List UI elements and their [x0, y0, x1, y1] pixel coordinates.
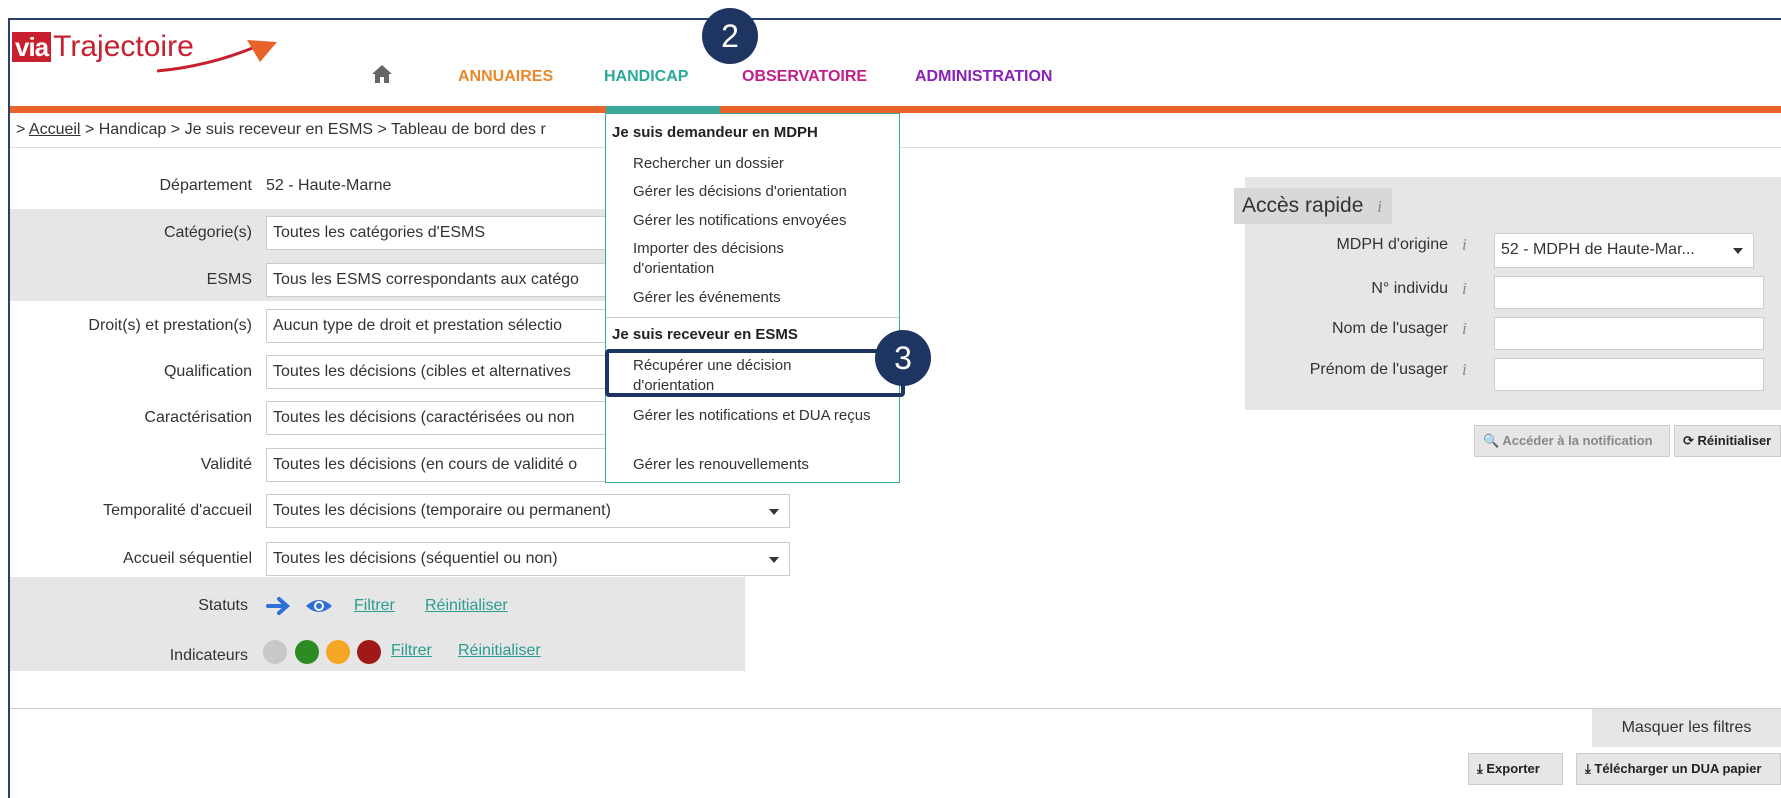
sequentiel-select[interactable]: Toutes les décisions (séquentiel ou non) — [266, 542, 790, 576]
access-notification-label: Accéder à la notification — [1502, 433, 1653, 448]
menu-separator — [606, 317, 899, 318]
esms-select[interactable]: Tous les ESMS correspondants aux catégo — [266, 263, 606, 297]
temporalite-value: Toutes les décisions (temporaire ou perm… — [273, 502, 611, 519]
nom-label: Nom de l'usager — [1332, 320, 1448, 337]
info-icon[interactable]: i — [1462, 235, 1467, 255]
viatrajectoire-logo[interactable]: via Trajectoire — [12, 26, 277, 73]
qualification-select[interactable]: Toutes les décisions (cibles et alternat… — [266, 355, 606, 389]
indicator-green-dot[interactable] — [295, 640, 319, 664]
nom-input[interactable] — [1494, 317, 1764, 350]
menu-section-receveur: Je suis receveur en ESMS — [612, 326, 798, 343]
nav-observatoire[interactable]: OBSERVATOIRE — [742, 68, 867, 86]
indicateurs-filter-link[interactable]: Filtrer — [391, 642, 432, 660]
prenom-label: Prénom de l'usager — [1309, 361, 1448, 378]
mdph-value: 52 - MDPH de Haute-Mar... — [1501, 241, 1695, 258]
breadcrumb-accueil-link[interactable]: Accueil — [29, 121, 81, 138]
caracterisation-value: Toutes les décisions (caractérisées ou n… — [273, 409, 575, 426]
arrow-right-icon[interactable] — [266, 596, 292, 621]
indicator-orange-dot[interactable] — [326, 640, 350, 664]
nav-active-indicator — [606, 106, 720, 113]
indicateurs-label: Indicateurs — [169, 647, 248, 664]
info-icon[interactable]: i — [1377, 197, 1382, 216]
caracterisation-label: Caractérisation — [144, 409, 252, 426]
step-2-badge: 2 — [702, 8, 758, 64]
logo-swoosh-icon — [156, 40, 277, 73]
handicap-dropdown-menu: Je suis demandeur en MDPH Rechercher un … — [605, 113, 900, 483]
mdph-select[interactable]: 52 - MDPH de Haute-Mar... — [1494, 233, 1754, 268]
statuts-label: Statuts — [198, 597, 248, 614]
eye-icon[interactable] — [304, 596, 334, 621]
esms-value: Tous les ESMS correspondants aux catégo — [273, 271, 579, 288]
prenom-input[interactable] — [1494, 358, 1764, 391]
step-3-badge: 3 — [875, 330, 931, 386]
quick-access-title: Accès rapide i — [1234, 188, 1392, 224]
menu-item-gerer-evenements[interactable]: Gérer les événements — [633, 288, 883, 308]
categories-label: Catégorie(s) — [163, 224, 252, 241]
hide-filters-button[interactable]: Masquer les filtres — [1592, 709, 1781, 747]
access-notification-button[interactable]: 🔍 Accéder à la notification — [1474, 425, 1670, 457]
indicator-grey-dot[interactable] — [263, 640, 287, 664]
temporalite-label: Temporalité d'accueil — [103, 502, 252, 519]
breadcrumb: > Accueil > Handicap > Je suis receveur … — [16, 121, 546, 139]
individu-label: N° individu — [1371, 280, 1448, 297]
info-icon[interactable]: i — [1462, 319, 1467, 339]
menu-item-rechercher-dossier[interactable]: Rechercher un dossier — [633, 154, 883, 174]
droits-select[interactable]: Aucun type de droit et prestation sélect… — [266, 309, 606, 343]
export-button[interactable]: ⤓ Exporter — [1468, 753, 1563, 785]
nav-handicap[interactable]: HANDICAP — [604, 68, 688, 86]
quick-reset-label: Réinitialiser — [1697, 433, 1772, 448]
droits-value: Aucun type de droit et prestation sélect… — [273, 317, 563, 334]
departement-label: Département — [159, 177, 253, 194]
logo-via: via — [12, 32, 52, 62]
quick-reset-button[interactable]: ⟳ Réinitialiser — [1674, 425, 1781, 457]
nav-underline-bar — [10, 106, 1781, 113]
validite-value: Toutes les décisions (en cours de validi… — [273, 456, 578, 473]
refresh-icon: ⟳ — [1683, 433, 1694, 448]
step-highlight-box — [605, 349, 905, 397]
chevron-down-icon — [769, 557, 779, 563]
mdph-label: MDPH d'origine — [1336, 236, 1448, 253]
download-dua-label: Télécharger un DUA papier — [1594, 761, 1762, 776]
chevron-down-icon — [1733, 248, 1743, 254]
chevron-down-icon — [769, 509, 779, 515]
menu-item-gerer-notifications-envoyees[interactable]: Gérer les notifications envoyées — [633, 211, 883, 231]
info-icon[interactable]: i — [1462, 360, 1467, 380]
validite-label: Validité — [200, 456, 252, 473]
droits-label: Droit(s) et prestation(s) — [88, 317, 252, 334]
caracterisation-select[interactable]: Toutes les décisions (caractérisées ou n… — [266, 401, 606, 435]
menu-item-gerer-renouvellements[interactable]: Gérer les renouvellements — [633, 455, 883, 475]
indicateurs-reset-link[interactable]: Réinitialiser — [458, 642, 541, 660]
nav-annuaires[interactable]: ANNUAIRES — [458, 68, 553, 86]
validite-select[interactable]: Toutes les décisions (en cours de validi… — [266, 448, 610, 482]
nav-administration[interactable]: ADMINISTRATION — [915, 68, 1052, 86]
download-icon: ⤓ — [1477, 761, 1483, 776]
download-dua-button[interactable]: ⤓ Télécharger un DUA papier — [1576, 753, 1781, 785]
qualification-label: Qualification — [163, 363, 252, 380]
statuts-filter-link[interactable]: Filtrer — [354, 597, 395, 615]
categories-value: Toutes les catégories d'ESMS — [273, 224, 486, 241]
sequentiel-value: Toutes les décisions (séquentiel ou non) — [273, 550, 558, 567]
menu-item-importer-decisions[interactable]: Importer des décisions d'orientation — [633, 239, 823, 279]
qualification-value: Toutes les décisions (cibles et alternat… — [273, 363, 571, 380]
filters-bottom-divider — [10, 708, 1781, 709]
export-label: Exporter — [1486, 761, 1540, 776]
sequentiel-label: Accueil séquentiel — [123, 550, 252, 567]
download-icon: ⤓ — [1585, 761, 1591, 776]
temporalite-select[interactable]: Toutes les décisions (temporaire ou perm… — [266, 494, 790, 528]
menu-section-demandeur: Je suis demandeur en MDPH — [612, 124, 818, 141]
esms-label: ESMS — [206, 271, 252, 288]
indicator-red-dot[interactable] — [357, 640, 381, 664]
info-icon[interactable]: i — [1462, 279, 1467, 299]
breadcrumb-prefix: > — [16, 121, 26, 138]
search-icon: 🔍 — [1483, 433, 1500, 448]
menu-item-gerer-decisions[interactable]: Gérer les décisions d'orientation — [633, 182, 883, 202]
statuts-reset-link[interactable]: Réinitialiser — [425, 597, 508, 615]
home-icon[interactable] — [371, 64, 393, 89]
menu-item-gerer-notifications-dua[interactable]: Gérer les notifications et DUA reçus — [633, 406, 873, 426]
breadcrumb-path: > Handicap > Je suis receveur en ESMS > … — [84, 121, 546, 138]
departement-value: 52 - Haute-Marne — [266, 177, 392, 194]
individu-input[interactable] — [1494, 276, 1764, 309]
categories-select[interactable]: Toutes les catégories d'ESMS — [266, 216, 606, 250]
quick-access-title-text: Accès rapide — [1242, 194, 1364, 217]
